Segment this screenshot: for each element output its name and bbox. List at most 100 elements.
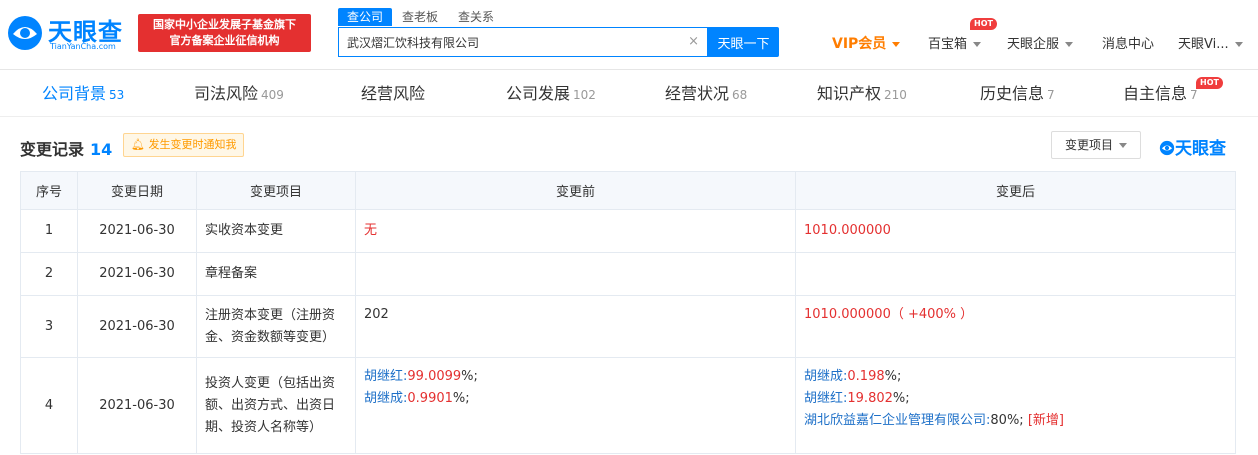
messages-label: 消息中心 xyxy=(1102,37,1155,52)
cell-item: 章程备案 xyxy=(196,252,356,296)
cell-after: 1010.000000（ +400% ） xyxy=(795,295,1236,358)
chevron-down-icon xyxy=(892,42,901,47)
percent-suffix: %; xyxy=(461,369,478,384)
filter-label: 变更项目 xyxy=(1064,138,1113,152)
search-input[interactable] xyxy=(339,28,679,56)
tab-label: 历史信息 xyxy=(980,84,1045,103)
cell-date: 2021-06-30 xyxy=(77,357,197,454)
investor-line: 胡继红:19.802%; xyxy=(804,388,1227,410)
tab-label: 司法风险 xyxy=(194,84,259,103)
tab-business-status[interactable]: 经营状况 68 xyxy=(665,71,747,117)
col-header-item: 变更项目 xyxy=(196,171,356,210)
messages-link[interactable]: 消息中心 xyxy=(1102,33,1154,53)
tab-company-background[interactable]: 公司背景 53 xyxy=(42,71,124,117)
slogan-banner: 国家中小企业发展子基金旗下 官方备案企业征信机构 xyxy=(138,14,311,52)
vip-menu[interactable]: VIP会员 xyxy=(832,33,901,53)
tab-history[interactable]: 历史信息 7 xyxy=(980,71,1055,117)
cell-before: 胡继红:99.0099%; 胡继成:0.9901%; xyxy=(355,357,796,454)
brand-watermark: 天眼查 xyxy=(1159,134,1226,159)
cell-after xyxy=(795,252,1236,296)
tab-count: 7 xyxy=(1190,88,1198,102)
investor-link[interactable]: 胡继成: xyxy=(364,391,407,406)
tianyancha-logo[interactable]: 天眼查 TianYanCha.com xyxy=(6,10,130,58)
change-item-filter[interactable]: 变更项目 xyxy=(1051,131,1141,159)
investor-link[interactable]: 湖北欣益嘉仁企业管理有限公司: xyxy=(804,413,990,428)
section-title: 变更记录 14 xyxy=(20,136,112,160)
investor-link[interactable]: 胡继红: xyxy=(364,369,407,384)
tab-label: 经营风险 xyxy=(361,84,426,103)
investor-share: 0.198 xyxy=(847,369,885,384)
tab-label: 自主信息 xyxy=(1123,84,1188,103)
chevron-down-icon xyxy=(973,42,982,47)
baibaoxiang-menu[interactable]: 百宝箱 xyxy=(928,33,982,53)
top-header: 天眼查 TianYanCha.com 国家中小企业发展子基金旗下 官方备案企业征… xyxy=(0,0,1258,70)
logo-eye-icon xyxy=(8,16,42,50)
chevron-down-icon xyxy=(1065,42,1074,47)
tab-self-info[interactable]: 自主信息 7 xyxy=(1123,71,1198,117)
slogan-line-1: 国家中小企业发展子基金旗下 xyxy=(153,18,296,31)
chevron-down-icon xyxy=(1234,42,1243,47)
table-row: 1 2021-06-30 实收资本变更 无 1010.000000 xyxy=(20,209,1236,253)
enterprise-menu[interactable]: 天眼企服 xyxy=(1007,33,1074,53)
col-header-before: 变更前 xyxy=(355,171,796,210)
search-tab-company[interactable]: 查公司 xyxy=(338,8,393,26)
section-title-text: 变更记录 xyxy=(20,140,85,159)
clear-icon[interactable]: × xyxy=(688,34,699,49)
tab-label: 知识产权 xyxy=(817,84,882,103)
tab-label: 经营状况 xyxy=(665,84,730,103)
tab-count: 7 xyxy=(1047,88,1055,102)
slogan-line-2: 官方备案企业征信机构 xyxy=(169,34,280,47)
change-record-table: 序号 变更日期 变更项目 变更前 变更后 1 2021-06-30 实收资本变更… xyxy=(20,171,1236,454)
col-header-after: 变更后 xyxy=(795,171,1236,210)
vip-label: VIP会员 xyxy=(832,36,887,52)
investor-line: 胡继红:99.0099%; xyxy=(364,366,787,388)
user-label: 天眼Vi... xyxy=(1178,37,1229,52)
cell-no: 3 xyxy=(20,295,78,358)
bell-icon: 🔔︎ xyxy=(131,138,145,151)
cell-no: 4 xyxy=(20,357,78,454)
cell-item: 实收资本变更 xyxy=(196,209,356,253)
table-row: 2 2021-06-30 章程备案 xyxy=(20,252,1236,296)
table-row: 4 2021-06-30 投资人变更（包括出资额、出资方式、出资日期、投资人名称… xyxy=(20,357,1236,454)
percent-suffix: %; xyxy=(1006,413,1024,428)
investor-link[interactable]: 胡继红: xyxy=(804,391,847,406)
tab-intellectual-property[interactable]: 知识产权 210 xyxy=(817,71,907,117)
cell-after: 胡继成:0.198%; 胡继红:19.802%; 湖北欣益嘉仁企业管理有限公司:… xyxy=(795,357,1236,454)
cell-before: 无 xyxy=(355,209,796,253)
new-tag: [新增] xyxy=(1027,413,1064,428)
cell-date: 2021-06-30 xyxy=(77,295,197,358)
search-tab-boss[interactable]: 查老板 xyxy=(402,8,438,26)
investor-link[interactable]: 胡继成: xyxy=(804,369,847,384)
user-menu[interactable]: 天眼Vi... xyxy=(1178,33,1243,53)
cell-date: 2021-06-30 xyxy=(77,252,197,296)
tab-count: 409 xyxy=(261,88,284,102)
cell-item: 注册资本变更（注册资金、资金数额等变更） xyxy=(196,295,356,358)
logo-domain: TianYanCha.com xyxy=(50,42,116,51)
search-tab-relation[interactable]: 查关系 xyxy=(458,8,494,26)
notify-button[interactable]: 🔔︎ 发生变更时通知我 xyxy=(123,133,245,157)
hot-badge: HOT xyxy=(970,18,997,30)
tab-label: 公司发展 xyxy=(506,84,571,103)
percent-suffix: %; xyxy=(884,369,902,384)
percent-suffix: %; xyxy=(892,391,910,406)
tab-company-development[interactable]: 公司发展 102 xyxy=(506,71,596,117)
company-nav-tabs: 公司背景 53 司法风险 409 经营风险 公司发展 102 经营状况 68 知识产权 2… xyxy=(0,71,1258,117)
search-button[interactable]: 天眼一下 xyxy=(708,27,779,57)
tab-count: 102 xyxy=(573,88,596,102)
baibaoxiang-label: 百宝箱 xyxy=(928,37,968,52)
investor-share: 19.802 xyxy=(847,391,893,406)
table-row: 3 2021-06-30 注册资本变更（注册资金、资金数额等变更） 202 10… xyxy=(20,295,1236,358)
cell-date: 2021-06-30 xyxy=(77,209,197,253)
enterprise-label: 天眼企服 xyxy=(1007,37,1060,52)
search-box: × xyxy=(338,27,708,57)
section-count: 14 xyxy=(90,140,113,159)
percent-suffix: %; xyxy=(452,391,470,406)
tab-legal-risk[interactable]: 司法风险 409 xyxy=(194,71,284,117)
col-header-no: 序号 xyxy=(20,171,78,210)
cell-item: 投资人变更（包括出资额、出资方式、出资日期、投资人名称等） xyxy=(196,357,356,454)
notify-label: 发生变更时通知我 xyxy=(148,138,237,151)
tab-business-risk[interactable]: 经营风险 xyxy=(361,71,425,117)
cell-after: 1010.000000 xyxy=(795,209,1236,253)
investor-share: 0.9901 xyxy=(407,391,453,406)
tab-count: 210 xyxy=(884,88,907,102)
